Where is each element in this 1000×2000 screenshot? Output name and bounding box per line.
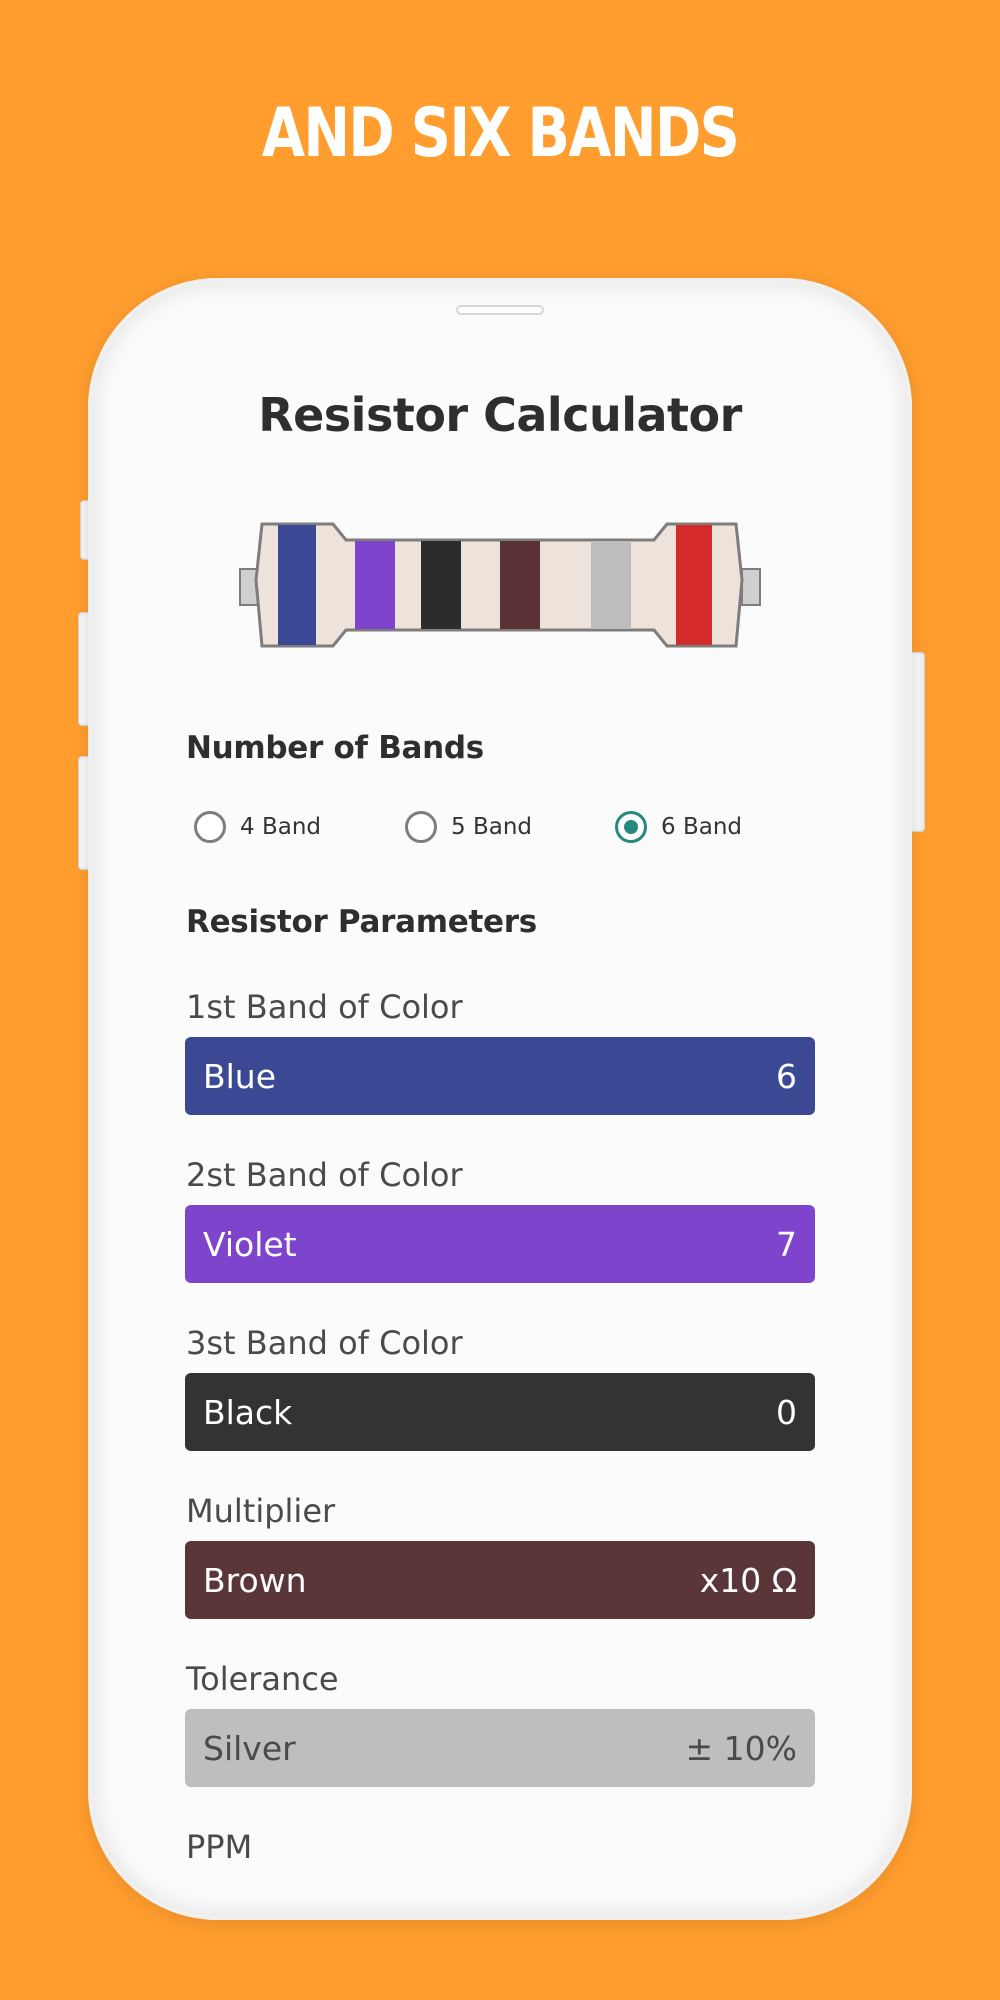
resistor-band-3 [421, 541, 461, 629]
tolerance-value: ± 10% [685, 1728, 798, 1768]
phone-speaker-pill [456, 305, 544, 315]
band-2-color-name: Violet [203, 1224, 297, 1264]
resistor-band-multiplier [500, 541, 540, 629]
band-2-value: 7 [776, 1224, 797, 1264]
promo-headline: AND SIX BANDS [261, 94, 740, 173]
radio-circle-icon [405, 811, 437, 843]
band-count-radio-group: 4 Band 5 Band 6 Band [194, 808, 754, 846]
resistor-parameters-heading: Resistor Parameters [186, 904, 537, 940]
multiplier-color-name: Brown [203, 1560, 307, 1600]
radio-circle-icon [194, 811, 226, 843]
resistor-band-tolerance [591, 541, 631, 629]
resistor-band-1 [278, 525, 316, 645]
resistor-body [254, 522, 744, 648]
radio-label: 4 Band [240, 814, 321, 840]
number-of-bands-heading: Number of Bands [186, 730, 484, 766]
band-3-color-name: Black [203, 1392, 293, 1432]
tolerance-label: Tolerance [186, 1660, 339, 1698]
band-1-color-select[interactable]: Blue 6 [185, 1037, 815, 1115]
radio-label: 5 Band [451, 814, 532, 840]
resistor-lead-right [741, 568, 761, 606]
multiplier-label: Multiplier [186, 1492, 336, 1530]
resistor-band-2 [355, 541, 395, 629]
ppm-label: PPM [186, 1828, 253, 1866]
band-1-label: 1st Band of Color [186, 988, 463, 1026]
band-1-color-name: Blue [203, 1056, 277, 1096]
tolerance-color-name: Silver [203, 1728, 296, 1768]
tolerance-color-select[interactable]: Silver ± 10% [185, 1709, 815, 1787]
radio-5-band[interactable]: 5 Band [405, 808, 532, 846]
app-title: Resistor Calculator [258, 388, 742, 442]
multiplier-value: x10 Ω [699, 1560, 797, 1600]
multiplier-color-select[interactable]: Brown x10 Ω [185, 1541, 815, 1619]
band-3-label: 3st Band of Color [186, 1324, 463, 1362]
band-3-value: 0 [776, 1392, 797, 1432]
resistor-illustration [239, 522, 761, 648]
radio-6-band[interactable]: 6 Band [615, 808, 742, 846]
phone-power-button [911, 652, 925, 832]
band-2-color-select[interactable]: Violet 7 [185, 1205, 815, 1283]
radio-circle-icon [615, 811, 647, 843]
radio-label: 6 Band [661, 814, 742, 840]
band-3-color-select[interactable]: Black 0 [185, 1373, 815, 1451]
resistor-band-ppm [676, 525, 712, 645]
radio-4-band[interactable]: 4 Band [194, 808, 321, 846]
band-2-label: 2st Band of Color [186, 1156, 463, 1194]
band-1-value: 6 [776, 1056, 797, 1096]
